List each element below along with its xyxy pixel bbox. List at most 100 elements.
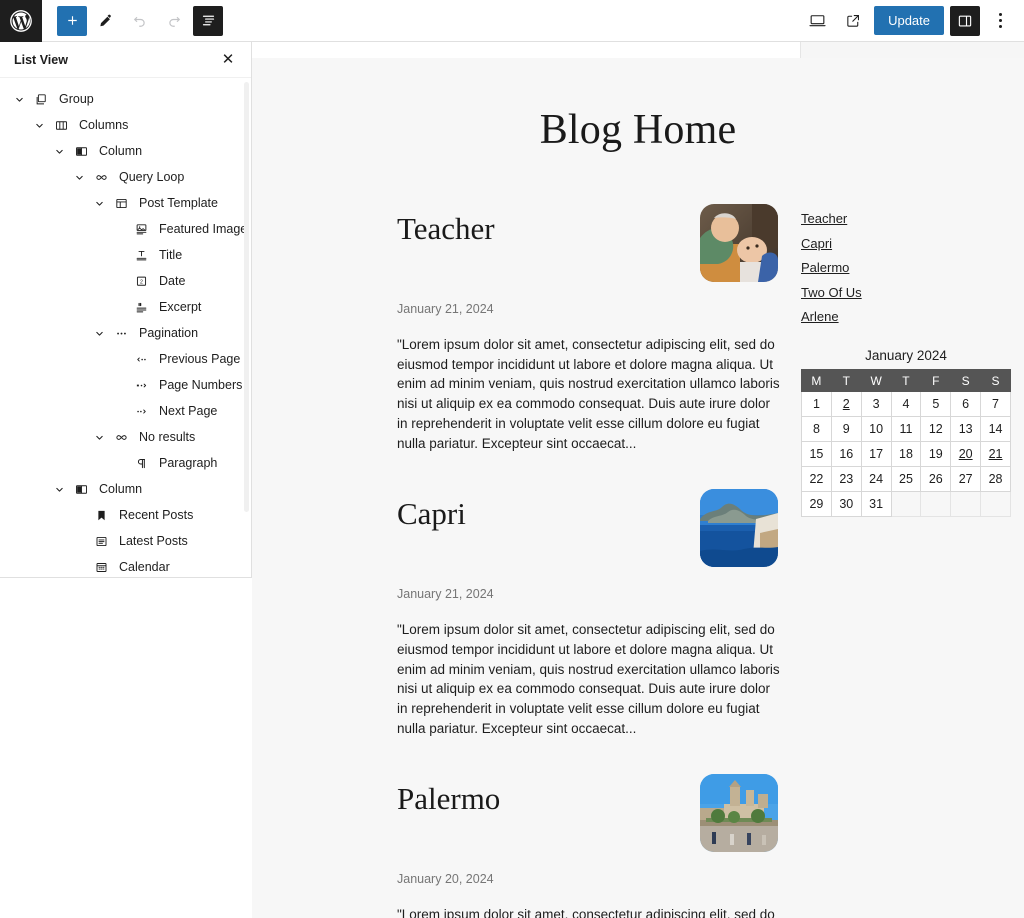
- preview-external-link-button[interactable]: [838, 6, 868, 36]
- list-view-panel: List View ✕ Group Columns Column Query Loop…: [0, 42, 252, 578]
- list-view-item-label: Paragraph: [159, 456, 218, 470]
- list-view-item-column[interactable]: Column: [0, 138, 251, 164]
- list-view-item-previous-page[interactable]: Previous Page: [0, 346, 251, 372]
- calendar-day-cell: 24: [860, 466, 892, 492]
- editor-canvas[interactable]: Blog Home Teacher January 21, 2024 "Lorem …: [252, 58, 1024, 918]
- chevron-down-icon[interactable]: [88, 192, 110, 214]
- calendar-day-cell: 23: [830, 466, 862, 492]
- calendar-day-cell[interactable]: 21: [980, 441, 1011, 467]
- list-view-item-pagination[interactable]: Pagination: [0, 320, 251, 346]
- recent-posts-widget: Teacher Capri Palermo Two Of Us Arlene: [801, 210, 1024, 326]
- undo-button[interactable]: [125, 6, 155, 36]
- calendar-day-cell: 13: [950, 416, 982, 442]
- calendar-week-row: 15 16 17 18 19 20 21: [801, 441, 1011, 467]
- calendar-day-cell: 10: [860, 416, 892, 442]
- chevron-down-icon[interactable]: [88, 426, 110, 448]
- pagination-icon: [110, 326, 132, 341]
- chevron-down-icon[interactable]: [48, 140, 70, 162]
- list-view-item-page-numbers[interactable]: Page Numbers: [0, 372, 251, 398]
- list-view-title: List View: [14, 52, 68, 67]
- list-view-item-latest-posts[interactable]: Latest Posts: [0, 528, 251, 554]
- post-featured-image[interactable]: [700, 204, 778, 282]
- chevron-down-icon[interactable]: [68, 166, 90, 188]
- post-item[interactable]: Teacher January 21, 2024 "Lorem ipsum dolo…: [397, 204, 797, 453]
- calendar-day-cell[interactable]: 20: [950, 441, 982, 467]
- post-header: Teacher: [397, 204, 797, 282]
- calendar-weekday-header: W: [860, 369, 892, 392]
- chevron-down-icon[interactable]: [8, 88, 30, 110]
- desktop-view-button[interactable]: [802, 6, 832, 36]
- list-view-item-recent-posts[interactable]: Recent Posts: [0, 502, 251, 528]
- list-view-item-label: Next Page: [159, 404, 218, 418]
- recent-post-link[interactable]: Two Of Us: [801, 285, 862, 300]
- recent-post-link[interactable]: Arlene: [801, 309, 839, 324]
- calendar-weekday-header: F: [920, 369, 952, 392]
- calendar-day-cell: 31: [860, 491, 892, 517]
- list-view-item-label: No results: [139, 430, 196, 444]
- calendar-body: 1 2 3 4 5 6 7 8 9 10 11 12 13 14 15 16 17 18 19 20 21 22 23 24 2…: [801, 391, 1011, 517]
- no-results-icon: [110, 430, 132, 445]
- post-title[interactable]: Capri: [397, 489, 466, 532]
- post-title[interactable]: Teacher: [397, 204, 495, 247]
- settings-sidebar-button[interactable]: [950, 5, 980, 36]
- calendar-day-cell: 8: [801, 416, 832, 442]
- calendar-caption: January 2024: [865, 348, 947, 363]
- calendar-weekday-header: T: [890, 369, 922, 392]
- list-view-item-label: Query Loop: [119, 170, 185, 184]
- list-view-item-next-page[interactable]: Next Page: [0, 398, 251, 424]
- list-view-item-no-results[interactable]: No results: [0, 424, 251, 450]
- list-view-item-group[interactable]: Group: [0, 86, 251, 112]
- post-date: January 21, 2024: [397, 587, 494, 602]
- redo-button[interactable]: [159, 6, 189, 36]
- recent-post-link[interactable]: Teacher: [801, 211, 847, 226]
- calendar-week-row: 1234567: [801, 391, 1011, 417]
- recent-post-link[interactable]: Palermo: [801, 260, 849, 275]
- list-view-item-paragraph[interactable]: Paragraph: [0, 450, 251, 476]
- post-date: January 20, 2024: [397, 872, 494, 887]
- post-featured-image[interactable]: [700, 489, 778, 568]
- options-kebab-menu-button[interactable]: [986, 6, 1014, 36]
- svg-text:2: 2: [140, 279, 143, 285]
- post-featured-image[interactable]: [700, 774, 778, 853]
- recent-post-link[interactable]: Capri: [801, 236, 832, 251]
- add-block-button[interactable]: [57, 5, 87, 36]
- list-view-header: List View ✕: [0, 42, 251, 78]
- calendar-day-cell[interactable]: 2: [830, 391, 862, 417]
- recent-post-list-item: Capri: [801, 235, 1024, 253]
- post-title[interactable]: Palermo: [397, 774, 500, 817]
- calendar-day-cell: 22: [801, 466, 832, 492]
- post-item[interactable]: Palermo January 20, 2024 "Lorem ipsum dolo…: [397, 774, 797, 918]
- post-excerpt: "Lorem ipsum dolor sit amet, consectetur…: [397, 907, 775, 918]
- calendar-day-cell: 6: [950, 391, 982, 417]
- editor-root: Update List View ✕ Group Columns Column Que…: [0, 0, 1024, 918]
- chevron-down-icon[interactable]: [28, 114, 50, 136]
- list-view-button[interactable]: [193, 5, 223, 36]
- wordpress-logo-icon[interactable]: [0, 0, 42, 42]
- post-item[interactable]: Capri January 21, 2024 "Lorem ipsum dolor …: [397, 489, 797, 738]
- chevron-down-icon[interactable]: [48, 478, 70, 500]
- list-view-scrollbar[interactable]: [244, 82, 249, 512]
- list-view-item-label: Calendar: [119, 560, 170, 574]
- list-view-item-calendar[interactable]: Calendar: [0, 554, 251, 577]
- chevron-down-icon[interactable]: [88, 322, 110, 344]
- update-button[interactable]: Update: [874, 6, 944, 35]
- close-icon[interactable]: ✕: [217, 49, 239, 71]
- calendar-weekday-header: S: [980, 369, 1011, 392]
- list-view-item-excerpt[interactable]: Excerpt: [0, 294, 251, 320]
- list-view-item-post-template[interactable]: Post Template: [0, 190, 251, 216]
- list-view-item-title[interactable]: Title: [0, 242, 251, 268]
- post-header: Capri: [397, 489, 797, 568]
- tools-pencil-button[interactable]: [91, 6, 121, 36]
- list-view-item-query-loop[interactable]: Query Loop: [0, 164, 251, 190]
- post-template-icon: [110, 196, 132, 211]
- list-view-item-columns[interactable]: Columns: [0, 112, 251, 138]
- list-view-item-featured-image[interactable]: Featured Image: [0, 216, 251, 242]
- calendar-day-cell: 18: [890, 441, 922, 467]
- calendar-empty-cell: [890, 491, 922, 517]
- recent-post-list-item: Palermo: [801, 259, 1024, 277]
- list-view-item-date[interactable]: 2 Date: [0, 268, 251, 294]
- list-view-item-column[interactable]: Column: [0, 476, 251, 502]
- toolbar-right-group: Update: [802, 5, 1024, 36]
- list-view-item-label: Date: [159, 274, 186, 288]
- excerpt-icon: [130, 300, 152, 315]
